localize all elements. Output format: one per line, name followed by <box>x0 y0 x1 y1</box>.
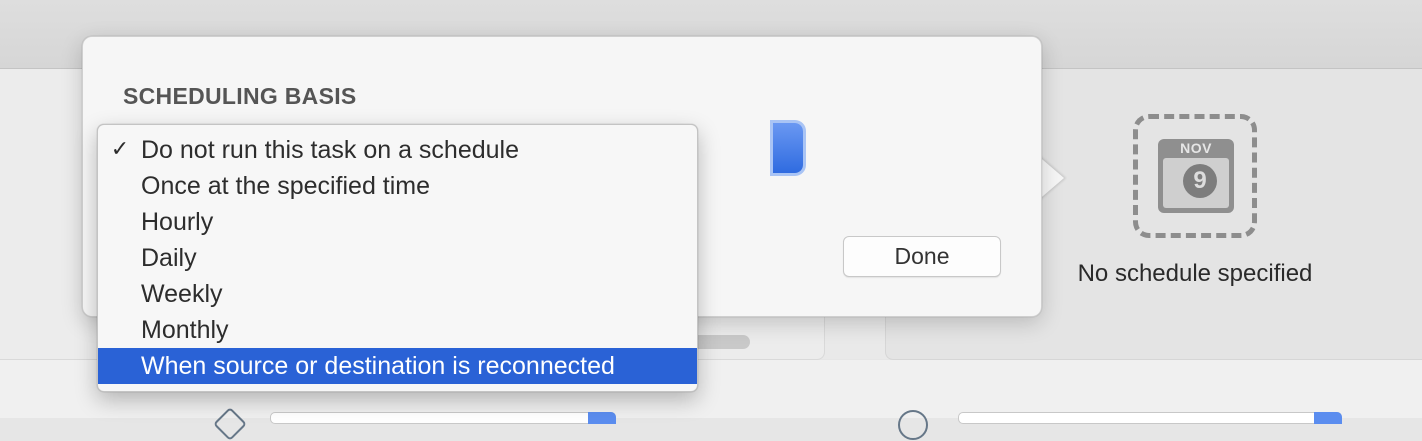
menu-item[interactable]: When source or destination is reconnecte… <box>98 348 697 384</box>
scheduling-basis-popup-button[interactable] <box>773 123 803 173</box>
menu-item[interactable]: Hourly <box>98 204 697 240</box>
checkmark-icon: ✓ <box>110 137 130 162</box>
bottom-left-field[interactable] <box>270 412 616 424</box>
calendar-icon: NOV 9 <box>1158 139 1234 213</box>
menu-item[interactable]: Weekly <box>98 276 697 312</box>
done-button[interactable]: Done <box>843 236 1001 277</box>
calendar-month: NOV <box>1180 140 1212 156</box>
clock-icon <box>898 410 928 440</box>
menu-item[interactable]: Once at the specified time <box>98 168 697 204</box>
section-title: SCHEDULING BASIS <box>123 83 357 109</box>
menu-item-label: Monthly <box>141 316 229 344</box>
menu-item[interactable]: ✓ Do not run this task on a schedule <box>98 132 697 168</box>
menu-item[interactable]: Daily <box>98 240 697 276</box>
calendar-day: 9 <box>1183 164 1217 198</box>
menu-item-label: Hourly <box>141 208 214 236</box>
calendar-page: 9 <box>1163 158 1229 208</box>
bottom-left-field-stepper[interactable] <box>588 412 616 424</box>
menu-item-label: Once at the specified time <box>141 172 431 200</box>
scrollbar-thumb[interactable] <box>690 335 750 349</box>
bottom-right-field-stepper[interactable] <box>1314 412 1342 424</box>
menu-item-label: Daily <box>141 244 197 272</box>
bottom-right-field[interactable] <box>958 412 1342 424</box>
menu-item-label: Weekly <box>141 280 223 308</box>
menu-item-label: When source or destination is reconnecte… <box>141 352 615 380</box>
menu-item-label: Do not run this task on a schedule <box>141 136 520 164</box>
menu-item[interactable]: Monthly <box>98 312 697 348</box>
scheduling-basis-menu: ✓ Do not run this task on a schedule Once … <box>97 124 698 392</box>
schedule-status-label: No schedule specified <box>1077 260 1313 287</box>
